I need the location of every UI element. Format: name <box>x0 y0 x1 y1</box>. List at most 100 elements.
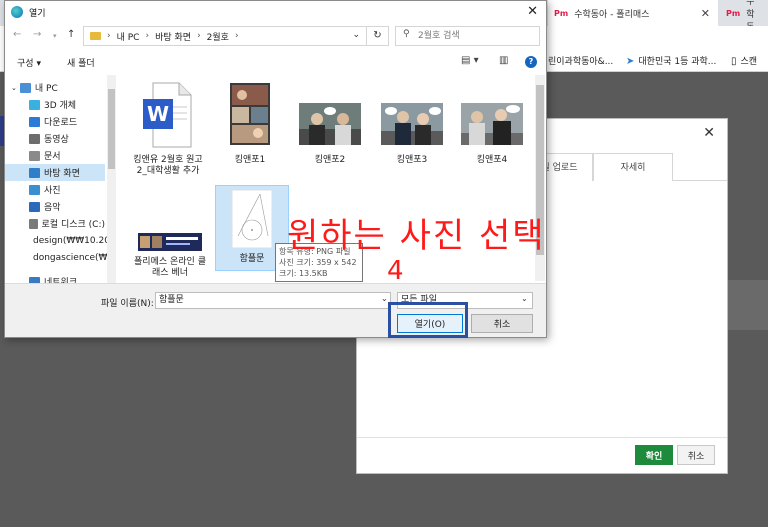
bookmark-favicon-icon: ➤ <box>626 56 635 67</box>
close-icon[interactable]: ✕ <box>527 4 538 19</box>
bookmark-item[interactable]: ▯ 스캔 <box>731 54 757 67</box>
scrollbar-thumb[interactable] <box>108 89 115 169</box>
nav-item-documents[interactable]: 문서 <box>5 147 105 164</box>
folder-icon <box>90 32 101 40</box>
file-name: 킹앤포4 <box>476 155 508 165</box>
file-open-dialog: 열기 ✕ ← → ▾ ↑ › 내 PC › 바탕 화면 › 2월호 › ⌄ ↻ … <box>4 0 547 338</box>
svg-text:W: W <box>147 102 169 126</box>
edge-icon <box>11 6 23 18</box>
tooltip-size: 크기: 13.5KB <box>279 269 328 278</box>
tab-detail[interactable]: 자세히 <box>593 153 673 181</box>
chevron-down-icon[interactable]: ⌄ <box>352 30 360 40</box>
tooltip-dimensions: 사진 크기: 359 x 542 <box>279 258 357 267</box>
address-bar[interactable]: › 내 PC › 바탕 화면 › 2월호 › ⌄ <box>83 26 367 46</box>
navigation-pane: ⌄ 내 PC 3D 개체 다운로드 동영상 문서 바탕 화면 사진 음악 로컬 … <box>5 75 117 285</box>
document-icon <box>29 150 40 161</box>
back-arrow-icon[interactable]: ← <box>13 29 21 40</box>
download-icon <box>29 116 40 127</box>
annotation-step-number: 4 <box>387 256 404 286</box>
nav-item-3d-objects[interactable]: 3D 개체 <box>5 96 105 113</box>
browser-tab-label: 수학동아 - 폴리매스 <box>574 9 650 20</box>
cancel-button[interactable]: 취소 <box>471 314 533 333</box>
close-icon[interactable]: ✕ <box>703 125 715 141</box>
dialog-navbar: ← → ▾ ↑ › 내 PC › 바탕 화면 › 2월호 › ⌄ ↻ ⚲ 2월호… <box>5 23 546 49</box>
nav-item-desktop[interactable]: 바탕 화면 <box>5 164 105 181</box>
photo-thumbnail <box>381 103 443 145</box>
dialog-title: 열기 <box>29 9 46 19</box>
pictures-icon <box>29 184 40 195</box>
nav-item-videos[interactable]: 동영상 <box>5 130 105 147</box>
nav-item-music[interactable]: 음악 <box>5 198 105 215</box>
breadcrumb-item[interactable]: 2월호 <box>207 30 229 43</box>
file-item-banner[interactable]: 폴리메스 온라인 클래스 베너 <box>133 185 207 279</box>
chevron-right-icon: › <box>234 31 239 41</box>
nav-item-this-pc[interactable]: ⌄ 내 PC <box>5 79 105 96</box>
polymath-favicon-icon: Pm <box>554 8 569 18</box>
file-item-photo-4[interactable]: 킹앤포4 <box>455 81 529 166</box>
video-icon <box>29 133 40 144</box>
banner-thumbnail <box>138 233 202 251</box>
refresh-icon: ↻ <box>373 30 382 41</box>
filename-input[interactable]: 함플문 <box>155 292 391 309</box>
browser-tab-mathdonga[interactable]: Pm 수학동아 - 폴리매스 ✕ <box>548 0 718 26</box>
music-icon <box>29 201 40 212</box>
browser-tab-mathdonga-2[interactable]: Pm 수학동 <box>720 0 768 33</box>
bookmark-item[interactable]: ➤ 대한민국 1등 과학... <box>626 54 716 67</box>
modal-footer: 확인 취소 <box>357 437 727 473</box>
chevron-right-icon: › <box>107 31 111 41</box>
filename-label: 파일 이름(N): <box>101 299 154 309</box>
chevron-down-icon[interactable]: ▾ <box>53 32 57 40</box>
nav-item-dongascience-drive[interactable]: dongascience(₩ <box>5 249 107 266</box>
refresh-button[interactable]: ↻ <box>367 26 389 46</box>
chevron-right-icon: › <box>197 31 201 41</box>
nav-scrollbar[interactable] <box>107 75 116 285</box>
photo-thumbnail <box>230 83 270 145</box>
file-name: 함플문 <box>239 254 265 264</box>
cube-icon <box>29 99 40 110</box>
breadcrumb-item[interactable]: 내 PC <box>117 30 140 43</box>
file-name: 킹앤포2 <box>314 155 346 165</box>
new-folder-button[interactable]: 새 폴더 <box>67 56 95 69</box>
organize-button[interactable]: 구성 ▾ <box>17 56 41 69</box>
file-name: 킹앤유 2월호 원고2_대학생활 추가 <box>133 155 203 176</box>
file-name: 폴리메스 온라인 클래스 베너 <box>134 257 206 278</box>
photo-thumbnail <box>299 103 361 145</box>
up-arrow-icon[interactable]: ↑ <box>67 29 75 40</box>
dialog-titlebar: 열기 ✕ <box>5 1 546 23</box>
nav-item-design-drive[interactable]: design(₩₩10.20. <box>5 232 113 249</box>
png-thumbnail <box>231 189 273 249</box>
preview-pane-icon[interactable]: ▥ <box>499 55 508 66</box>
file-name: 킹앤포3 <box>396 155 428 165</box>
chevron-down-icon[interactable]: ⌄ <box>521 294 528 303</box>
word-document-icon: W <box>143 81 193 149</box>
annotation-highlight-box <box>388 302 468 338</box>
dialog-toolbar: 구성 ▾ 새 폴더 ▤ ▾ ▥ ? <box>5 51 546 73</box>
confirm-button[interactable]: 확인 <box>635 445 673 465</box>
chevron-down-icon: ▾ <box>36 59 41 69</box>
file-item-photo-1[interactable]: 킹앤포1 <box>213 81 287 166</box>
chevron-down-icon[interactable]: ⌄ <box>381 294 388 303</box>
photo-thumbnail <box>461 103 523 145</box>
nav-item-local-disk[interactable]: 로컬 디스크 (C:) <box>5 215 105 232</box>
nav-item-downloads[interactable]: 다운로드 <box>5 113 105 130</box>
nav-item-pictures[interactable]: 사진 <box>5 181 105 198</box>
bookmark-item[interactable]: 린이과학동아&... <box>548 54 613 67</box>
forward-arrow-icon[interactable]: → <box>33 29 41 40</box>
chevron-right-icon: › <box>145 31 150 41</box>
help-icon[interactable]: ? <box>525 56 537 68</box>
polymath-favicon-icon: Pm <box>726 8 741 18</box>
file-item-photo-2[interactable]: 킹앤포2 <box>293 81 367 166</box>
file-name: 킹앤포1 <box>234 155 266 165</box>
file-item-word-doc[interactable]: W 킹앤유 2월호 원고2_대학생활 추가 <box>131 81 205 177</box>
annotation-instruction: 원하는 사진 선택 <box>287 216 546 256</box>
file-item-photo-3[interactable]: 킹앤포3 <box>375 81 449 166</box>
close-icon[interactable]: ✕ <box>701 7 710 20</box>
document-icon: ▯ <box>731 56 737 67</box>
view-options-icon[interactable]: ▤ ▾ <box>461 55 479 66</box>
cancel-button[interactable]: 취소 <box>677 445 715 465</box>
search-input[interactable]: 2월호 검색 <box>395 26 540 46</box>
breadcrumb-item[interactable]: 바탕 화면 <box>155 30 191 43</box>
disk-icon <box>29 218 38 229</box>
desktop-icon <box>29 167 40 178</box>
pc-icon <box>19 82 31 93</box>
